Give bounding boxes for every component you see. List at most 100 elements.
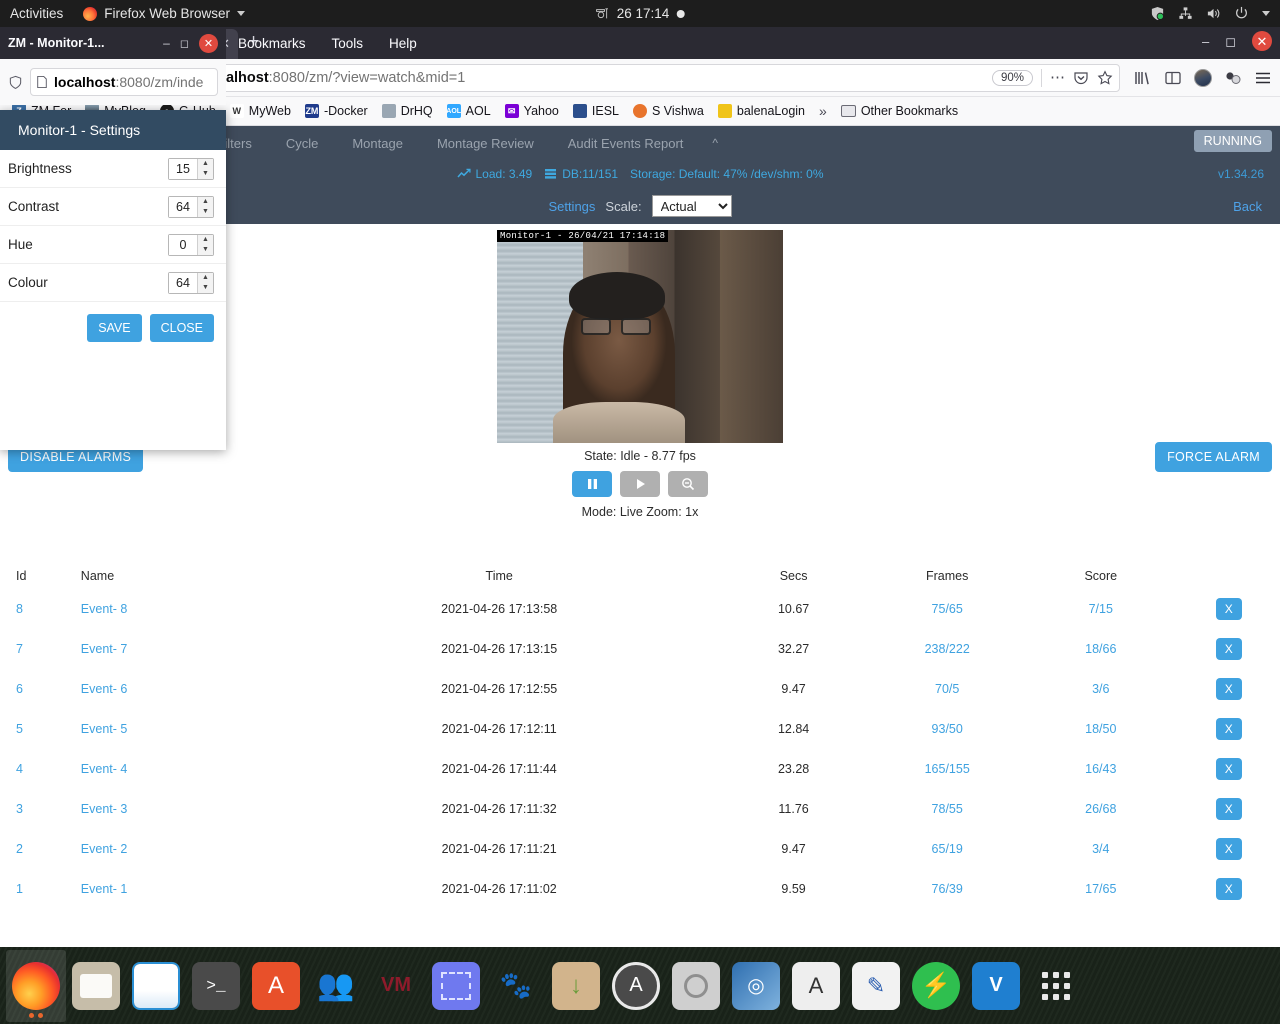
- table-row[interactable]: 6 Event- 6 2021-04-26 17:12:55 9.47 70/5…: [0, 669, 1280, 709]
- dock-item-font-viewer[interactable]: A: [786, 950, 846, 1022]
- dock-item-media-player[interactable]: ◎: [726, 950, 786, 1022]
- stepper-arrows[interactable]: ▲ ▼: [197, 158, 213, 179]
- event-id-link[interactable]: 7: [16, 642, 23, 656]
- scale-select[interactable]: Actual: [651, 195, 732, 217]
- settings-maximize-button[interactable]: ◻: [180, 37, 189, 50]
- stepper-up-icon[interactable]: ▲: [198, 235, 213, 245]
- event-name-link[interactable]: Event- 8: [81, 602, 128, 616]
- close-window-button[interactable]: ✕: [1252, 31, 1272, 51]
- delete-event-button[interactable]: X: [1215, 598, 1242, 620]
- chevron-down-icon[interactable]: [1262, 11, 1270, 16]
- stepper-up-icon[interactable]: ▲: [198, 197, 213, 207]
- gnome-system-tray[interactable]: [1150, 6, 1270, 21]
- shield-icon[interactable]: [1150, 6, 1165, 21]
- header-score[interactable]: Score: [1024, 563, 1178, 589]
- brightness-stepper[interactable]: ▲ ▼: [168, 157, 214, 180]
- extension-icon[interactable]: [1224, 70, 1242, 86]
- brightness-input[interactable]: [169, 158, 197, 179]
- header-secs[interactable]: Secs: [717, 563, 871, 589]
- event-frames-link[interactable]: 93/50: [932, 722, 963, 736]
- maximize-button[interactable]: ◻: [1225, 35, 1236, 48]
- header-id[interactable]: Id: [0, 563, 77, 589]
- shield-icon[interactable]: [8, 75, 23, 90]
- zoom-level-badge[interactable]: 90%: [991, 69, 1033, 86]
- pause-button[interactable]: [572, 471, 612, 497]
- power-icon[interactable]: [1234, 6, 1249, 21]
- dock-item-software-updater[interactable]: A: [606, 950, 666, 1022]
- settings-close-button[interactable]: ✕: [199, 33, 218, 53]
- delete-event-button[interactable]: X: [1215, 878, 1242, 900]
- stepper-down-icon[interactable]: ▼: [198, 245, 213, 255]
- event-id-link[interactable]: 2: [16, 842, 23, 856]
- delete-event-button[interactable]: X: [1215, 758, 1242, 780]
- dock-item-vnc-viewer[interactable]: V: [966, 950, 1026, 1022]
- dock-item-libreoffice-writer[interactable]: [126, 950, 186, 1022]
- stepper-arrows[interactable]: ▲ ▼: [197, 196, 213, 217]
- settings-minimize-button[interactable]: –: [163, 36, 170, 50]
- back-link[interactable]: Back: [1233, 199, 1262, 214]
- force-alarm-button[interactable]: FORCE ALARM: [1155, 442, 1272, 472]
- stepper-down-icon[interactable]: ▼: [198, 283, 213, 293]
- event-frames-link[interactable]: 165/155: [925, 762, 970, 776]
- stepper-down-icon[interactable]: ▼: [198, 169, 213, 179]
- event-name-link[interactable]: Event- 7: [81, 642, 128, 656]
- hamburger-menu-icon[interactable]: [1254, 70, 1272, 86]
- event-score-link[interactable]: 16/43: [1085, 762, 1116, 776]
- gnome-clock[interactable]: 26 17:14: [596, 6, 685, 21]
- event-id-link[interactable]: 8: [16, 602, 23, 616]
- network-icon[interactable]: [1178, 6, 1193, 21]
- chevron-up-icon[interactable]: ^: [700, 136, 730, 150]
- bookmark-item[interactable]: DrHQ: [376, 101, 439, 121]
- event-score-link[interactable]: 7/15: [1089, 602, 1113, 616]
- event-id-link[interactable]: 1: [16, 882, 23, 896]
- header-frames[interactable]: Frames: [870, 563, 1024, 589]
- stepper-down-icon[interactable]: ▼: [198, 207, 213, 217]
- bookmark-item[interactable]: ✉ Yahoo: [499, 101, 565, 121]
- dock-item-text-editor[interactable]: ✎: [846, 950, 906, 1022]
- other-bookmarks-folder[interactable]: Other Bookmarks: [835, 101, 964, 121]
- dock-item-ubuntu-software[interactable]: A: [246, 950, 306, 1022]
- nav-item-montage-review[interactable]: Montage Review: [420, 136, 551, 151]
- event-frames-link[interactable]: 76/39: [932, 882, 963, 896]
- table-row[interactable]: 7 Event- 7 2021-04-26 17:13:15 32.27 238…: [0, 629, 1280, 669]
- nav-item-montage[interactable]: Montage: [335, 136, 420, 151]
- bookmarks-overflow-button[interactable]: »: [813, 103, 833, 119]
- dock-item-firefox[interactable]: [6, 949, 66, 1022]
- pocket-icon[interactable]: [1073, 70, 1089, 86]
- settings-link[interactable]: Settings: [548, 199, 595, 214]
- delete-event-button[interactable]: X: [1215, 718, 1242, 740]
- bookmark-item[interactable]: W MyWeb: [224, 101, 297, 121]
- event-id-link[interactable]: 5: [16, 722, 23, 736]
- address-bar[interactable]: localhost:8080/zm/?view=watch&mid=1 90% …: [144, 63, 1120, 92]
- bookmark-item[interactable]: ZM -Docker: [299, 101, 374, 121]
- dock-item-archive-manager[interactable]: ↓: [546, 950, 606, 1022]
- event-name-link[interactable]: Event- 2: [81, 842, 128, 856]
- contrast-input[interactable]: [169, 196, 197, 217]
- event-name-link[interactable]: Event- 6: [81, 682, 128, 696]
- status-badge[interactable]: RUNNING: [1193, 130, 1272, 152]
- dock-item-disks[interactable]: [666, 950, 726, 1022]
- header-name[interactable]: Name: [77, 563, 282, 589]
- dock-item-show-applications[interactable]: [1026, 950, 1086, 1022]
- zoom-out-button[interactable]: [668, 471, 708, 497]
- menu-bookmarks[interactable]: Bookmarks: [238, 36, 306, 51]
- table-row[interactable]: 5 Event- 5 2021-04-26 17:12:11 12.84 93/…: [0, 709, 1280, 749]
- event-name-link[interactable]: Event- 1: [81, 882, 128, 896]
- bookmark-item[interactable]: balenaLogin: [712, 101, 811, 121]
- event-score-link[interactable]: 3/6: [1092, 682, 1109, 696]
- event-frames-link[interactable]: 78/55: [932, 802, 963, 816]
- event-id-link[interactable]: 3: [16, 802, 23, 816]
- table-row[interactable]: 1 Event- 1 2021-04-26 17:11:02 9.59 76/3…: [0, 869, 1280, 909]
- bookmark-item[interactable]: IESL: [567, 101, 625, 121]
- stepper-arrows[interactable]: ▲ ▼: [197, 234, 213, 255]
- account-avatar-icon[interactable]: [1194, 68, 1212, 87]
- event-frames-link[interactable]: 65/19: [932, 842, 963, 856]
- dock-item-screenshot[interactable]: [426, 950, 486, 1022]
- page-actions-icon[interactable]: ⋯: [1050, 70, 1065, 85]
- close-button[interactable]: CLOSE: [149, 314, 214, 342]
- event-name-link[interactable]: Event- 5: [81, 722, 128, 736]
- hue-input[interactable]: [169, 234, 197, 255]
- event-frames-link[interactable]: 238/222: [925, 642, 970, 656]
- event-score-link[interactable]: 3/4: [1092, 842, 1109, 856]
- stepper-up-icon[interactable]: ▲: [198, 159, 213, 169]
